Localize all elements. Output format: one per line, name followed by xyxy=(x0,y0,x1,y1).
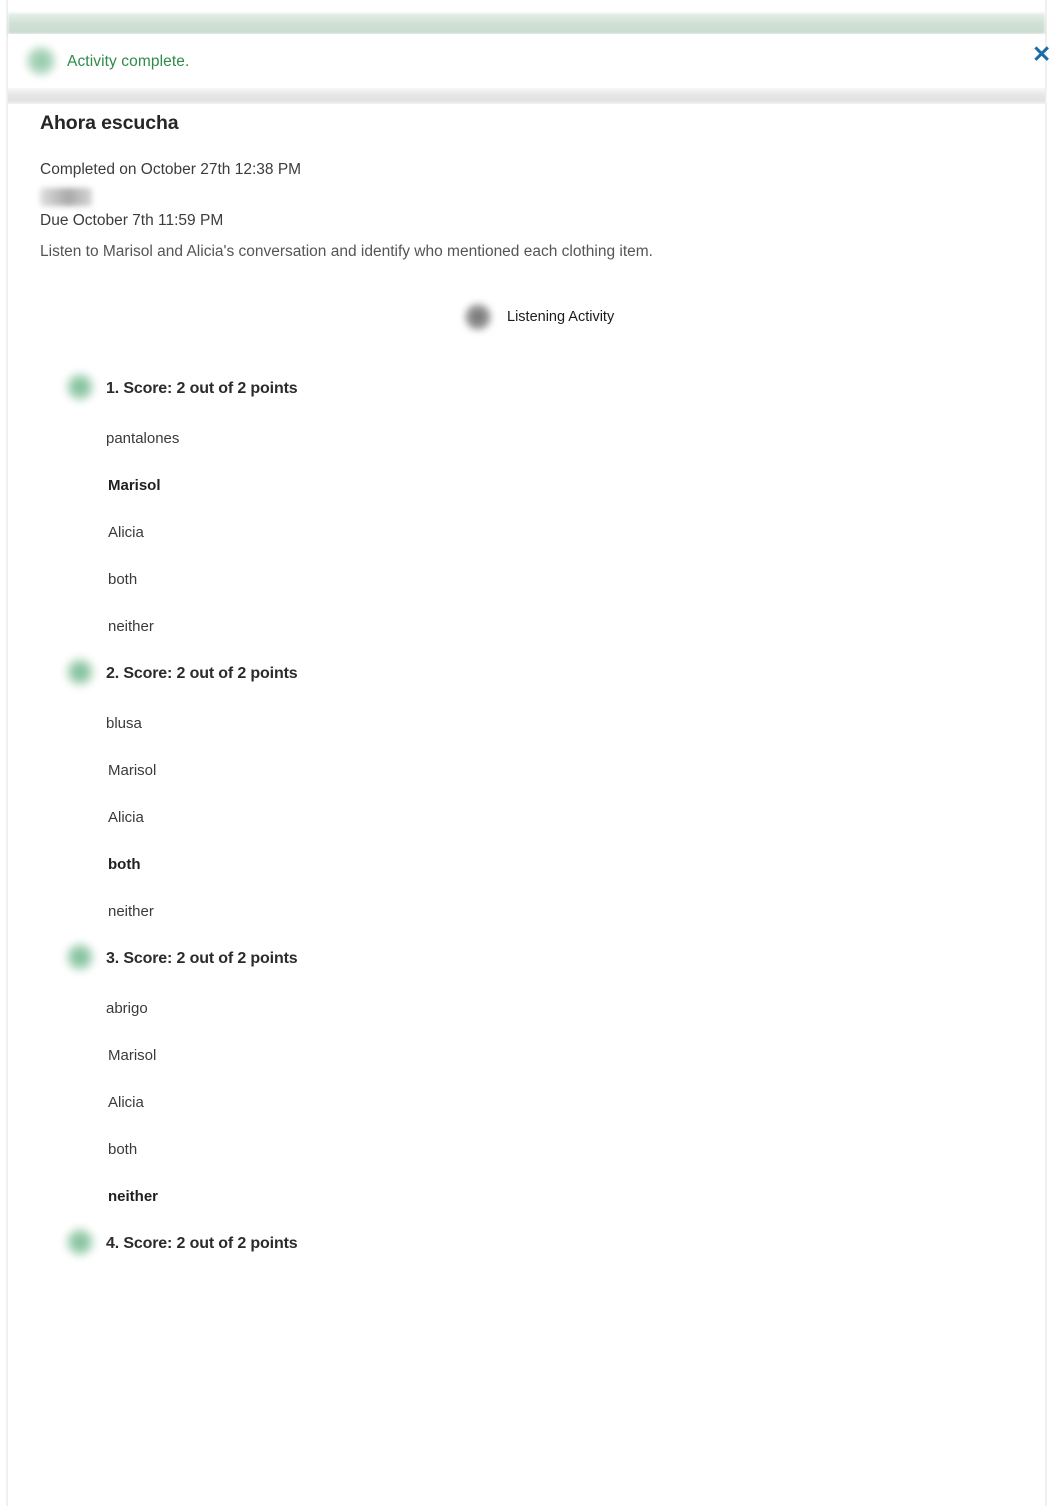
answer-option[interactable]: Marisol xyxy=(8,477,1045,494)
question-spacer xyxy=(8,635,1045,657)
questions-list: 1. Score: 2 out of 2 points pantalones M… xyxy=(8,371,1045,1261)
page-title: Ahora escucha xyxy=(40,112,179,134)
question-spacer xyxy=(8,1205,1045,1227)
question-score-heading: 4. Score: 2 out of 2 points xyxy=(106,1235,298,1252)
question-prompt: abrigo xyxy=(106,1000,148,1017)
answer-option[interactable]: Marisol xyxy=(8,762,1045,779)
answer-option[interactable]: Alicia xyxy=(8,809,1045,826)
answer-option[interactable]: neither xyxy=(8,618,1045,635)
question-block: 3. Score: 2 out of 2 points abrigo Maris… xyxy=(8,941,1045,1227)
answer-options: Marisol Alicia both neither xyxy=(8,762,1045,920)
banner-message: Activity complete. xyxy=(67,53,190,70)
audio-player-icon[interactable] xyxy=(463,302,493,332)
question-block: 1. Score: 2 out of 2 points pantalones M… xyxy=(8,371,1045,657)
answer-option[interactable]: both xyxy=(8,856,1045,873)
correct-check-icon xyxy=(64,1226,96,1258)
listening-activity-label: Listening Activity xyxy=(507,309,615,325)
answer-option[interactable]: neither xyxy=(8,1188,1045,1205)
answer-option[interactable]: Marisol xyxy=(8,1047,1045,1064)
answer-options: Marisol Alicia both neither xyxy=(8,1047,1045,1205)
redacted-score-badge xyxy=(40,188,92,206)
question-prompt: pantalones xyxy=(106,430,180,447)
answer-option[interactable]: Alicia xyxy=(8,524,1045,541)
listening-activity-player[interactable]: Listening Activity xyxy=(463,302,614,332)
question-header: 4. Score: 2 out of 2 points xyxy=(8,1226,1045,1261)
close-icon[interactable]: ✕ xyxy=(1032,42,1058,66)
correct-check-icon xyxy=(64,371,96,403)
banner-top-accent-strip xyxy=(8,13,1045,34)
question-header: 1. Score: 2 out of 2 points xyxy=(8,371,1045,406)
correct-check-icon xyxy=(64,941,96,973)
question-spacer xyxy=(8,920,1045,942)
question-header: 3. Score: 2 out of 2 points xyxy=(8,941,1045,976)
answer-option[interactable]: neither xyxy=(8,903,1045,920)
correct-check-icon xyxy=(64,656,96,688)
completed-timestamp: Completed on October 27th 12:38 PM xyxy=(40,161,302,178)
question-score-heading: 1. Score: 2 out of 2 points xyxy=(106,380,298,397)
question-header: 2. Score: 2 out of 2 points xyxy=(8,656,1045,691)
banner-content-divider xyxy=(8,88,1045,104)
question-score-heading: 3. Score: 2 out of 2 points xyxy=(106,950,298,967)
page-right-border xyxy=(1045,0,1047,1506)
activity-description: Listen to Marisol and Alicia's conversat… xyxy=(40,243,653,260)
answer-option[interactable]: both xyxy=(8,1141,1045,1158)
question-block: 4. Score: 2 out of 2 points xyxy=(8,1226,1045,1261)
answer-option[interactable]: both xyxy=(8,571,1045,588)
green-check-circle-icon xyxy=(24,44,58,78)
question-block: 2. Score: 2 out of 2 points blusa Mariso… xyxy=(8,656,1045,942)
due-timestamp: Due October 7th 11:59 PM xyxy=(40,212,224,229)
question-prompt: blusa xyxy=(106,715,142,732)
answer-options: Marisol Alicia both neither xyxy=(8,477,1045,635)
question-score-heading: 2. Score: 2 out of 2 points xyxy=(106,665,298,682)
activity-results-page: Activity complete. ✕ Ahora escucha Compl… xyxy=(0,0,1062,1506)
answer-option[interactable]: Alicia xyxy=(8,1094,1045,1111)
activity-content: Ahora escucha Completed on October 27th … xyxy=(8,104,1045,1506)
